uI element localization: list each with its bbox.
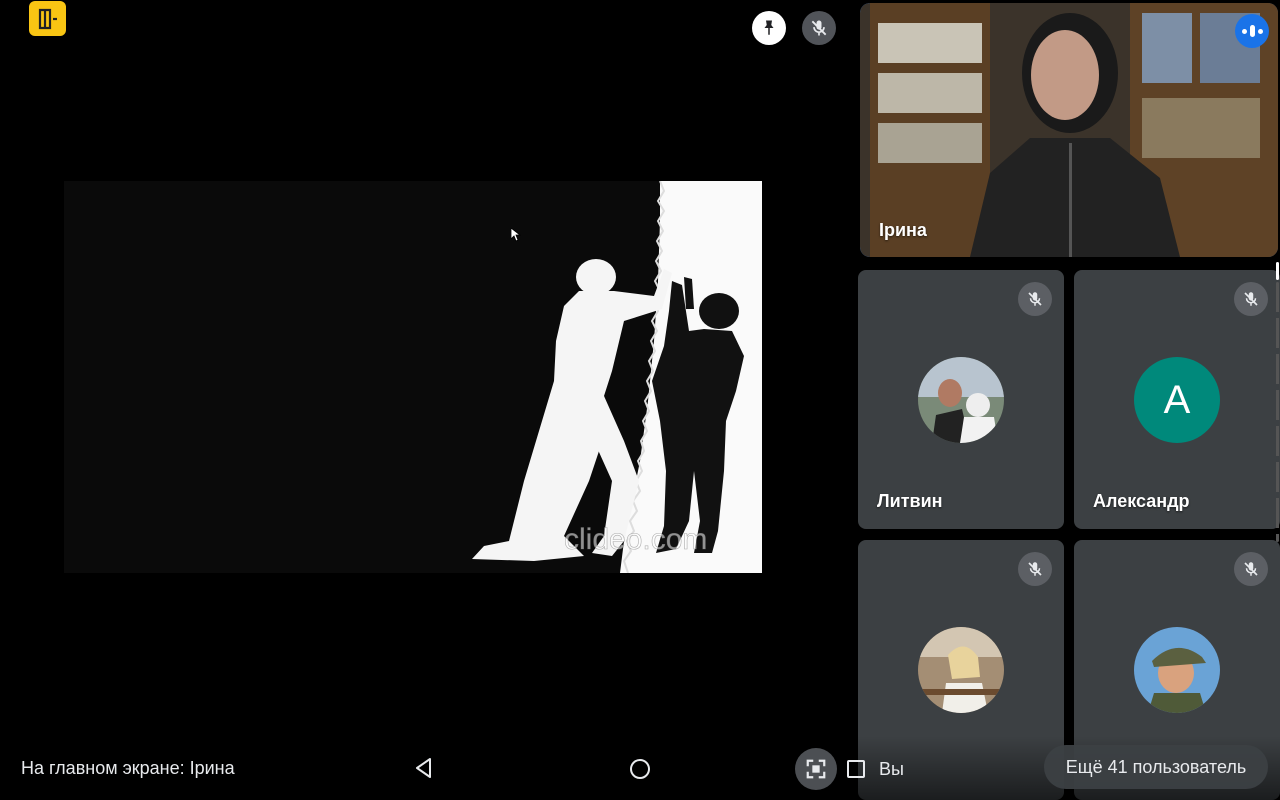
more-participants-button[interactable]: Ещё 41 пользователь — [1044, 745, 1268, 789]
home-nav-icon[interactable] — [628, 757, 652, 781]
mic-off-icon — [811, 20, 827, 36]
mic-off-icon — [1234, 282, 1268, 316]
door-exit-icon — [38, 8, 57, 29]
recents-nav-icon[interactable] — [847, 760, 865, 778]
participant-name: Литвин — [877, 491, 943, 511]
participants-panel: Ірина Литвин A Александр — [848, 0, 1280, 800]
mic-off-icon — [1018, 282, 1052, 316]
fullscreen-button[interactable] — [795, 748, 837, 790]
app-logo-button[interactable] — [29, 1, 66, 36]
pin-icon — [764, 20, 774, 35]
avatar — [918, 627, 1004, 713]
participant-name: Ірина — [879, 220, 927, 240]
participant-tile-irina[interactable]: Ірина — [860, 3, 1278, 257]
mic-off-icon — [1018, 552, 1052, 586]
video-frame: clideo.com — [64, 181, 762, 573]
watermark-text: clideo.com — [564, 523, 707, 556]
avatar — [918, 357, 1004, 443]
main-screen-status: На главном экране: Ірина — [21, 758, 235, 778]
back-nav-icon[interactable] — [412, 756, 436, 780]
main-stage: clideo.com — [0, 0, 848, 800]
avatar: A — [1134, 357, 1220, 443]
mic-off-icon — [1234, 552, 1268, 586]
participant-name: Александр — [1093, 491, 1190, 511]
mouse-cursor-icon — [511, 228, 521, 242]
camera-feed — [860, 3, 1278, 257]
avatar — [1134, 627, 1220, 713]
pin-button[interactable] — [752, 11, 786, 45]
speaking-indicator-icon — [1235, 14, 1269, 48]
mic-off-button[interactable] — [802, 11, 836, 45]
scrollbar[interactable] — [1275, 262, 1280, 542]
bottom-bar: На главном экране: Ірина Вы Ещё 41 польз… — [0, 736, 1280, 800]
you-label: Вы — [879, 759, 904, 779]
participant-tile-litvin[interactable]: Литвин — [858, 270, 1064, 529]
shared-video: clideo.com — [64, 181, 762, 573]
participant-tile-alexandr[interactable]: A Александр — [1074, 270, 1280, 529]
fullscreen-icon — [806, 759, 826, 779]
